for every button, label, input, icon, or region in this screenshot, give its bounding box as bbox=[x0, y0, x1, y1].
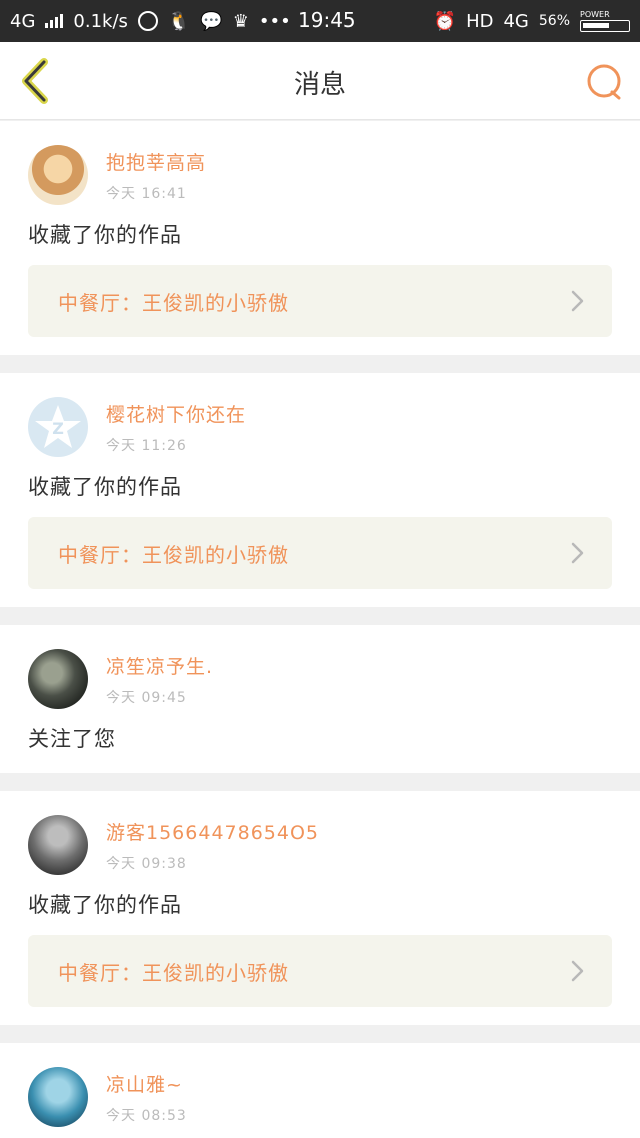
message-item[interactable]: 抱抱莘高高 今天 16:41 收藏了你的作品 中餐厅：王俊凯的小骄傲 bbox=[0, 121, 640, 355]
page-title: 消息 bbox=[293, 70, 346, 100]
status-bar: 4G 0.1k/s 🐧 💬 ♛ ••• 19:45 ⏰ HD 4G 56% PO… bbox=[0, 0, 640, 42]
user-meta: 抱抱莘高高 今天 16:41 bbox=[106, 148, 206, 203]
search-button[interactable] bbox=[586, 62, 626, 102]
power-label: POWER bbox=[580, 10, 610, 19]
user-meta: 凉笙凉予生. 今天 09:45 bbox=[106, 652, 213, 707]
alarm-icon: ⏰ bbox=[433, 10, 457, 32]
timestamp: 今天 11:26 bbox=[106, 437, 187, 454]
status-right: ⏰ HD 4G 56% POWER bbox=[434, 10, 630, 32]
message-list: 抱抱莘高高 今天 16:41 收藏了你的作品 中餐厅：王俊凯的小骄傲 Z 樱花树… bbox=[0, 121, 640, 1138]
username[interactable]: 游客15664478654O5 bbox=[106, 818, 319, 845]
avatar[interactable]: Z bbox=[28, 397, 88, 457]
timestamp: 今天 09:38 bbox=[106, 855, 187, 872]
user-row: 凉笙凉予生. 今天 09:45 bbox=[28, 649, 612, 709]
work-link[interactable]: 中餐厅：王俊凯的小骄傲 bbox=[28, 935, 612, 1007]
username[interactable]: 樱花树下你还在 bbox=[106, 400, 246, 427]
work-title: 中餐厅：王俊凯的小骄傲 bbox=[58, 290, 289, 315]
wechat-icon: 💬 bbox=[200, 10, 223, 32]
action-text: 收藏了你的作品 bbox=[28, 475, 182, 499]
chevron-right-icon bbox=[571, 290, 584, 312]
battery-icon bbox=[580, 20, 630, 32]
status-left: 4G 0.1k/s 🐧 💬 ♛ ••• bbox=[10, 11, 291, 32]
qq-icon: 🐧 bbox=[167, 10, 191, 32]
work-title: 中餐厅：王俊凯的小骄傲 bbox=[58, 960, 289, 985]
avatar[interactable] bbox=[28, 649, 88, 709]
user-row: 游客15664478654O5 今天 09:38 bbox=[28, 815, 612, 875]
avatar[interactable] bbox=[28, 145, 88, 205]
default-avatar-icon: Z bbox=[35, 405, 81, 448]
username[interactable]: 凉笙凉予生. bbox=[106, 652, 213, 679]
signal-icon bbox=[45, 14, 64, 28]
user-row: Z 樱花树下你还在 今天 11:26 bbox=[28, 397, 612, 457]
username[interactable]: 凉山雅~ bbox=[106, 1070, 187, 1097]
avatar[interactable] bbox=[28, 1067, 88, 1127]
battery-indicator: POWER bbox=[580, 10, 630, 32]
network-type-left: 4G bbox=[10, 10, 36, 32]
avatar[interactable] bbox=[28, 815, 88, 875]
top-bar: 消息 bbox=[0, 42, 640, 120]
browser-icon bbox=[137, 11, 158, 31]
timestamp: 今天 09:45 bbox=[106, 689, 187, 706]
battery-percent: 56% bbox=[538, 13, 570, 29]
work-link[interactable]: 中餐厅：王俊凯的小骄傲 bbox=[28, 265, 612, 337]
crown-icon: ♛ bbox=[232, 10, 249, 32]
user-meta: 樱花树下你还在 今天 11:26 bbox=[106, 400, 246, 455]
message-item[interactable]: Z 樱花树下你还在 今天 11:26 收藏了你的作品 中餐厅：王俊凯的小骄傲 bbox=[0, 373, 640, 607]
message-item[interactable]: 凉山雅~ 今天 08:53 bbox=[0, 1043, 640, 1138]
action-text: 关注了您 bbox=[28, 727, 116, 751]
message-item[interactable]: 游客15664478654O5 今天 09:38 收藏了你的作品 中餐厅：王俊凯… bbox=[0, 791, 640, 1025]
more-notifications-icon: ••• bbox=[258, 10, 291, 32]
chevron-right-icon bbox=[571, 960, 584, 982]
action-text: 收藏了你的作品 bbox=[28, 893, 182, 917]
message-item[interactable]: 凉笙凉予生. 今天 09:45 关注了您 bbox=[0, 625, 640, 773]
timestamp: 今天 08:53 bbox=[106, 1107, 187, 1124]
username[interactable]: 抱抱莘高高 bbox=[106, 148, 206, 175]
action-text: 收藏了你的作品 bbox=[28, 223, 182, 247]
work-link[interactable]: 中餐厅：王俊凯的小骄傲 bbox=[28, 517, 612, 589]
work-title: 中餐厅：王俊凯的小骄傲 bbox=[58, 542, 289, 567]
hd-indicator: HD bbox=[466, 10, 494, 32]
clock: 19:45 bbox=[298, 8, 356, 32]
svg-text:Z: Z bbox=[52, 419, 64, 438]
network-speed: 0.1k/s bbox=[73, 10, 128, 32]
user-row: 凉山雅~ 今天 08:53 bbox=[28, 1067, 612, 1127]
network-type-right: 4G bbox=[503, 10, 529, 32]
timestamp: 今天 16:41 bbox=[106, 185, 187, 202]
user-meta: 游客15664478654O5 今天 09:38 bbox=[106, 818, 319, 873]
user-meta: 凉山雅~ 今天 08:53 bbox=[106, 1070, 187, 1125]
search-icon bbox=[587, 64, 621, 100]
chevron-right-icon bbox=[571, 542, 584, 564]
user-row: 抱抱莘高高 今天 16:41 bbox=[28, 145, 612, 205]
